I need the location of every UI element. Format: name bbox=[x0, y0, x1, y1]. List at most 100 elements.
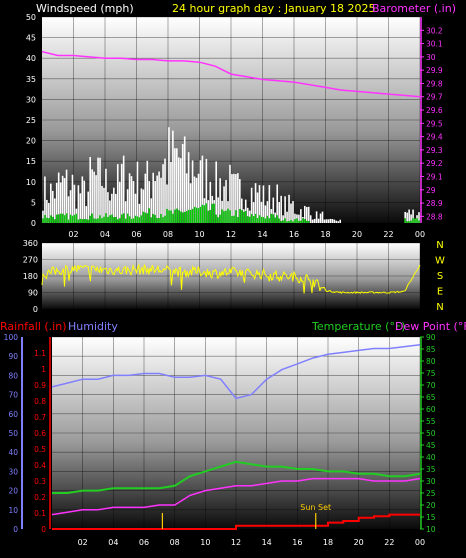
temp-tick-label: 10 bbox=[426, 525, 436, 534]
x-tick-label: 06 bbox=[131, 230, 141, 239]
temp-tick-label: 90 bbox=[426, 333, 436, 342]
baro-tick-label: 29.5 bbox=[426, 119, 443, 128]
sunset-label: Sun Set bbox=[300, 503, 331, 512]
rain-tick-label: 0.3 bbox=[34, 477, 46, 486]
x-tick-label: 16 bbox=[292, 538, 302, 547]
x-tick-label: 10 bbox=[200, 538, 210, 547]
x-tick-label: 12 bbox=[226, 230, 236, 239]
x-tick-label: 04 bbox=[108, 538, 118, 547]
baro-tick-label: 29.8 bbox=[426, 79, 443, 88]
wind-tick-label: 25 bbox=[26, 116, 36, 125]
x-tick-label: 00 bbox=[415, 538, 425, 547]
rain-tick-label: 0 bbox=[41, 525, 46, 534]
baro-tick-label: 29.9 bbox=[426, 66, 443, 75]
wind-tick-label: 15 bbox=[26, 157, 36, 166]
wind-axis-label: Windspeed (mph) bbox=[36, 2, 134, 15]
wind-tick-label: 35 bbox=[26, 75, 36, 84]
x-tick-label: 10 bbox=[194, 230, 204, 239]
humidity-tick-label: 10 bbox=[8, 506, 18, 515]
wind-tick-label: 50 bbox=[26, 13, 36, 22]
wind-tick-label: 10 bbox=[26, 178, 36, 187]
x-tick-label: 18 bbox=[320, 230, 330, 239]
temp-tick-label: 15 bbox=[426, 513, 436, 522]
baro-axis-label: Barometer (.in) bbox=[372, 2, 456, 15]
baro-tick-label: 29 bbox=[426, 186, 436, 195]
x-tick-label: 02 bbox=[68, 230, 78, 239]
wind-tick-label: 30 bbox=[26, 95, 36, 104]
compass-label: N bbox=[436, 240, 443, 251]
wind-tick-label: 0 bbox=[31, 219, 36, 228]
x-tick-label: 20 bbox=[354, 538, 364, 547]
x-tick-label: 16 bbox=[289, 230, 299, 239]
baro-tick-label: 29.1 bbox=[426, 172, 443, 181]
x-tick-label: 14 bbox=[257, 230, 267, 239]
baro-tick-label: 29.3 bbox=[426, 146, 443, 155]
x-tick-label: 00 bbox=[415, 230, 425, 239]
rain-tick-label: 1.1 bbox=[34, 349, 46, 358]
humidity-tick-label: 30 bbox=[8, 467, 18, 476]
temp-tick-label: 65 bbox=[426, 393, 436, 402]
temp-tick-label: 75 bbox=[426, 369, 436, 378]
temp-tick-label: 40 bbox=[426, 453, 436, 462]
humidity-tick-label: 0 bbox=[13, 525, 18, 534]
humidity-tick-label: 20 bbox=[8, 487, 18, 496]
x-tick-label: 08 bbox=[163, 230, 173, 239]
temp-tick-label: 25 bbox=[426, 489, 436, 498]
rain-tick-label: 0.9 bbox=[34, 381, 46, 390]
rain-tick-label: 1 bbox=[41, 365, 46, 374]
temp-tick-label: 20 bbox=[426, 501, 436, 510]
wind-tick-label: 5 bbox=[31, 198, 36, 207]
compass-label: W bbox=[435, 256, 445, 267]
direction-tick-label: 90 bbox=[28, 289, 38, 298]
direction-tick-label: 0 bbox=[33, 305, 38, 314]
baro-tick-label: 29.2 bbox=[426, 159, 443, 168]
baro-tick-label: 30 bbox=[426, 53, 436, 62]
x-tick-label: 12 bbox=[231, 538, 241, 547]
compass-label: E bbox=[437, 287, 443, 298]
baro-tick-label: 30.2 bbox=[426, 26, 443, 35]
weather-graph: Windspeed (mph) 24 hour graph day : Janu… bbox=[0, 0, 466, 554]
rain-tick-label: 0.6 bbox=[34, 429, 46, 438]
x-tick-label: 06 bbox=[139, 538, 149, 547]
temp-tick-label: 35 bbox=[426, 465, 436, 474]
weather-charts-svg: Windspeed (mph) 24 hour graph day : Janu… bbox=[0, 2, 466, 547]
x-tick-label: 02 bbox=[78, 538, 88, 547]
rain-tick-label: 0.2 bbox=[34, 493, 46, 502]
wind-tick-label: 40 bbox=[26, 54, 36, 63]
humidity-axis-label: Humidity bbox=[68, 320, 118, 333]
x-tick-label: 20 bbox=[352, 230, 362, 239]
x-tick-label: 18 bbox=[323, 538, 333, 547]
rain-tick-label: 0.1 bbox=[34, 509, 46, 518]
humidity-tick-label: 90 bbox=[8, 352, 18, 361]
temp-tick-label: 80 bbox=[426, 357, 436, 366]
x-tick-label: 08 bbox=[170, 538, 180, 547]
wind-tick-label: 20 bbox=[26, 137, 36, 146]
dewpoint-axis-label: Dew Point (°F) bbox=[395, 320, 466, 333]
direction-tick-label: 270 bbox=[23, 256, 38, 265]
x-tick-label: 04 bbox=[100, 230, 110, 239]
baro-tick-label: 28.9 bbox=[426, 199, 443, 208]
baro-tick-label: 29.4 bbox=[426, 133, 443, 142]
humidity-tick-label: 60 bbox=[8, 410, 18, 419]
temp-tick-label: 45 bbox=[426, 441, 436, 450]
x-tick-label: 14 bbox=[262, 538, 272, 547]
direction-tick-label: 180 bbox=[23, 272, 38, 281]
compass-label: N bbox=[436, 302, 443, 313]
temp-tick-label: 70 bbox=[426, 381, 436, 390]
baro-tick-label: 29.7 bbox=[426, 93, 443, 102]
compass-label: S bbox=[437, 271, 443, 282]
x-tick-label: 22 bbox=[384, 538, 394, 547]
rain-tick-label: 0.4 bbox=[34, 461, 46, 470]
temp-tick-label: 55 bbox=[426, 417, 436, 426]
rain-tick-label: 0.7 bbox=[34, 413, 46, 422]
wind-tick-label: 45 bbox=[26, 34, 36, 43]
temp-tick-label: 30 bbox=[426, 477, 436, 486]
rain-tick-label: 0.8 bbox=[34, 397, 46, 406]
humidity-tick-label: 70 bbox=[8, 391, 18, 400]
rain-tick-label: 0.5 bbox=[34, 445, 46, 454]
baro-tick-label: 28.8 bbox=[426, 212, 443, 221]
graph-title: 24 hour graph day : January 18 2025 bbox=[172, 2, 376, 15]
temp-tick-label: 60 bbox=[426, 405, 436, 414]
humidity-tick-label: 50 bbox=[8, 429, 18, 438]
baro-tick-label: 30.1 bbox=[426, 40, 443, 49]
